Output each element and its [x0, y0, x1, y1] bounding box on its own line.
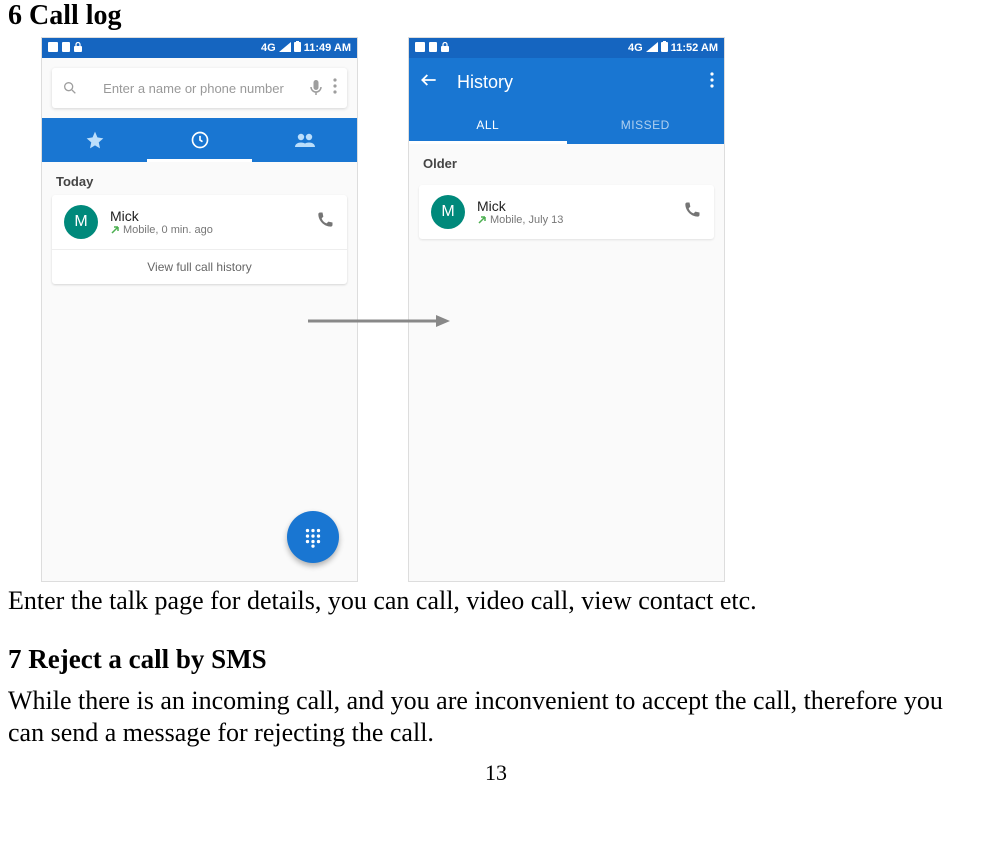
more-icon[interactable] — [710, 72, 714, 93]
section-older-label: Older — [409, 144, 724, 177]
call-button[interactable] — [682, 200, 702, 225]
battery-icon — [661, 41, 668, 55]
tab-favorites[interactable] — [42, 118, 147, 162]
call-entry[interactable]: M Mick Mobile, 0 min. ago — [52, 195, 347, 249]
view-full-history-button[interactable]: View full call history — [52, 249, 347, 284]
entry-name: Mick — [477, 198, 563, 214]
call-entry[interactable]: M Mick Mobile, July 13 — [419, 185, 714, 239]
more-icon[interactable] — [333, 78, 337, 99]
section-today-label: Today — [42, 162, 357, 195]
page-number: 13 — [8, 760, 984, 786]
screenshot-recents: 4G 11:49 AM Enter a name or phone number — [42, 38, 357, 581]
dialpad-fab[interactable] — [287, 511, 339, 563]
signal-icon — [279, 42, 291, 55]
avatar: M — [431, 195, 465, 229]
outgoing-call-icon — [477, 215, 487, 225]
tab-recents[interactable] — [147, 118, 252, 162]
tab-all[interactable]: ALL — [409, 106, 567, 144]
outgoing-call-icon — [110, 225, 120, 235]
search-icon — [62, 80, 78, 96]
entry-name: Mick — [110, 208, 213, 224]
history-card: M Mick Mobile, July 13 — [419, 185, 714, 239]
entry-subtitle: Mobile, 0 min. ago — [123, 224, 213, 236]
history-header: History ALL MISSED — [409, 58, 724, 144]
signal-icon — [646, 42, 658, 55]
network-label: 4G — [628, 42, 643, 54]
section-6-title: 6 Call log — [8, 0, 984, 32]
screenshot-history: 4G 11:52 AM History ALL — [409, 38, 724, 581]
sim-icon — [62, 42, 70, 55]
call-button[interactable] — [315, 210, 335, 235]
section-7-title: 7 Reject a call by SMS — [8, 644, 984, 675]
header-title: History — [457, 72, 513, 93]
screenshot-row: 4G 11:49 AM Enter a name or phone number — [8, 38, 984, 581]
network-label: 4G — [261, 42, 276, 54]
notification-icon — [415, 42, 425, 55]
notification-icon — [48, 42, 58, 55]
nav-tabs — [42, 118, 357, 162]
status-bar: 4G 11:49 AM — [42, 38, 357, 58]
tab-missed[interactable]: MISSED — [567, 106, 725, 144]
lock-icon — [74, 42, 82, 55]
search-bar[interactable]: Enter a name or phone number — [52, 68, 347, 108]
entry-subtitle: Mobile, July 13 — [490, 214, 563, 226]
transition-arrow-icon — [308, 314, 453, 328]
mic-icon[interactable] — [309, 79, 323, 97]
battery-icon — [294, 41, 301, 55]
section-6-body: Enter the talk page for details, you can… — [8, 585, 984, 618]
sim-icon — [429, 42, 437, 55]
back-icon[interactable] — [419, 70, 439, 95]
section-7-body: While there is an incoming call, and you… — [8, 685, 984, 750]
lock-icon — [441, 42, 449, 55]
status-time: 11:49 AM — [304, 42, 351, 54]
status-bar: 4G 11:52 AM — [409, 38, 724, 58]
avatar: M — [64, 205, 98, 239]
search-placeholder: Enter a name or phone number — [78, 81, 309, 96]
recents-card: M Mick Mobile, 0 min. ago View full call… — [52, 195, 347, 284]
status-time: 11:52 AM — [671, 42, 718, 54]
tab-contacts[interactable] — [252, 118, 357, 162]
